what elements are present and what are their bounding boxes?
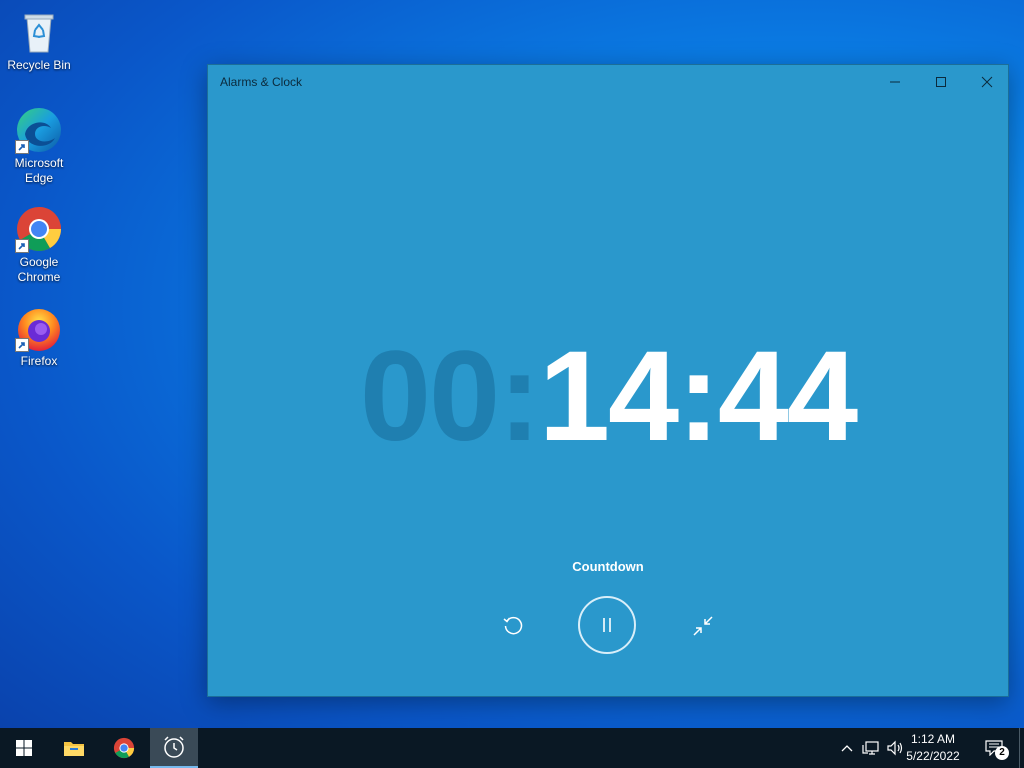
timer-minutes-seconds: 14:44: [538, 325, 858, 468]
shortcut-arrow-icon: [15, 338, 29, 352]
window-title: Alarms & Clock: [220, 75, 303, 89]
network-tray-button[interactable]: [860, 728, 882, 768]
compact-overlay-button[interactable]: [688, 611, 718, 641]
desktop-icon-label: Firefox: [20, 354, 58, 368]
taskbar-file-explorer[interactable]: [50, 728, 98, 768]
close-icon: [981, 76, 993, 88]
desktop-icon-recycle-bin[interactable]: Recycle Bin: [4, 8, 74, 73]
clock-time: 1:12 AM: [910, 732, 956, 746]
alarms-clock-icon: [164, 736, 184, 758]
taskbar-chrome[interactable]: [100, 728, 148, 768]
timer-hours: 00:: [359, 325, 541, 468]
action-center-button[interactable]: 2: [982, 728, 1009, 768]
start-button[interactable]: [0, 728, 48, 768]
timer-mode-label: Countdown: [572, 559, 644, 574]
maximize-icon: [936, 77, 946, 87]
file-explorer-icon: [64, 742, 84, 756]
desktop-icon-label: Recycle Bin: [7, 58, 71, 72]
minimize-button[interactable]: [872, 65, 918, 99]
desktop-icon-chrome[interactable]: Google Chrome: [4, 205, 74, 285]
desktop-icon-label: Google Chrome: [17, 255, 61, 284]
taskbar-clock[interactable]: 1:12 AM 5/22/2022: [900, 731, 966, 765]
alarms-clock-window: Alarms & Clock 00:14:44 Countdown: [207, 64, 1009, 697]
clock-date: 5/22/2022: [906, 749, 960, 763]
maximize-button[interactable]: [918, 65, 964, 99]
taskbar-alarms-clock[interactable]: [150, 728, 198, 768]
firefox-icon: [15, 304, 63, 352]
chrome-icon: [15, 205, 63, 253]
desktop-icon-label: Microsoft Edge: [14, 156, 64, 185]
title-bar[interactable]: Alarms & Clock: [208, 65, 1008, 99]
pause-icon: [603, 618, 611, 632]
taskbar: 1:12 AM 5/22/2022 2: [0, 728, 1024, 768]
desktop-icon-firefox[interactable]: Firefox: [4, 304, 74, 369]
show-desktop-button[interactable]: [1019, 728, 1024, 768]
collapse-icon: [693, 616, 713, 636]
reset-button[interactable]: [498, 611, 528, 641]
network-icon: [862, 741, 879, 755]
start-icon: [16, 740, 32, 756]
pause-button[interactable]: [578, 596, 636, 654]
notification-count-badge: 2: [995, 746, 1009, 760]
chrome-icon: [113, 737, 135, 759]
reset-icon: [503, 616, 523, 635]
desktop-icon-edge[interactable]: Microsoft Edge: [4, 106, 74, 186]
chevron-up-icon: [841, 745, 853, 752]
recycle-bin-icon: [15, 8, 63, 56]
countdown-timer-display: 00:14:44: [208, 333, 1008, 461]
close-button[interactable]: [964, 65, 1010, 99]
shortcut-arrow-icon: [15, 239, 29, 253]
shortcut-arrow-icon: [15, 140, 29, 154]
edge-icon: [15, 106, 63, 154]
show-hidden-icons-button[interactable]: [838, 728, 856, 768]
minimize-icon: [890, 81, 900, 83]
